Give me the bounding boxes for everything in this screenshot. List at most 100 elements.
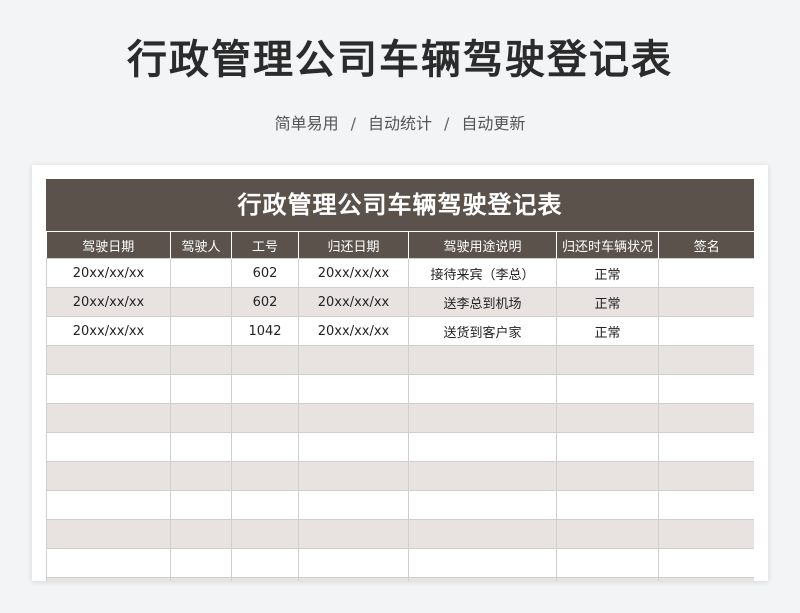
cell-return-date[interactable] [298,461,409,491]
cell-drive-date[interactable]: 20xx/xx/xx [46,287,171,317]
table-row: 20xx/xx/xx 602 20xx/xx/xx 接待来宾（李总） 正常 [46,258,754,288]
cell-purpose[interactable]: 送李总到机场 [408,287,557,317]
cell-signature[interactable] [658,577,754,581]
cell-drive-date[interactable]: 20xx/xx/xx [46,258,171,288]
cell-purpose[interactable] [408,432,557,462]
cell-driver[interactable] [170,258,232,288]
cell-drive-date[interactable]: 20xx/xx/xx [46,316,171,346]
cell-vehicle-condition[interactable] [556,519,659,549]
cell-signature[interactable] [658,345,754,375]
cell-purpose[interactable] [408,374,557,404]
cell-return-date[interactable] [298,345,409,375]
cell-driver[interactable] [170,403,232,433]
cell-signature[interactable] [658,287,754,317]
cell-driver[interactable] [170,519,232,549]
cell-signature[interactable] [658,548,754,578]
cell-driver[interactable] [170,345,232,375]
cell-vehicle-condition[interactable] [556,345,659,375]
cell-purpose[interactable] [408,490,557,520]
cell-driver[interactable] [170,577,232,581]
cell-signature[interactable] [658,519,754,549]
cell-employee-id[interactable] [231,461,299,491]
cell-return-date[interactable] [298,374,409,404]
cell-vehicle-condition[interactable] [556,403,659,433]
cell-return-date[interactable] [298,490,409,520]
sheet-title[interactable]: 行政管理公司车辆驾驶登记表 [46,179,754,231]
cell-drive-date[interactable] [46,403,171,433]
cell-vehicle-condition[interactable] [556,432,659,462]
cell-driver[interactable] [170,490,232,520]
cell-vehicle-condition[interactable]: 正常 [556,258,659,288]
cell-vehicle-condition[interactable] [556,461,659,491]
cell-drive-date[interactable] [46,490,171,520]
cell-employee-id[interactable]: 1042 [231,316,299,346]
cell-purpose[interactable]: 送货到客户家 [408,316,557,346]
cell-drive-date[interactable] [46,577,171,581]
cell-employee-id[interactable] [231,577,299,581]
cell-driver[interactable] [170,287,232,317]
subtitle-item-easy: 简单易用 [274,114,339,133]
column-header-vehicle-condition[interactable]: 归还时车辆状况 [556,231,659,259]
cell-drive-date[interactable] [46,374,171,404]
cell-vehicle-condition[interactable] [556,577,659,581]
cell-purpose[interactable] [408,461,557,491]
cell-drive-date[interactable] [46,519,171,549]
cell-vehicle-condition[interactable] [556,490,659,520]
cell-employee-id[interactable] [231,432,299,462]
cell-vehicle-condition[interactable]: 正常 [556,287,659,317]
subtitle-item-auto-stats: 自动统计 [367,114,432,133]
cell-employee-id[interactable] [231,548,299,578]
cell-signature[interactable] [658,461,754,491]
cell-employee-id[interactable] [231,345,299,375]
cell-signature[interactable] [658,432,754,462]
cell-driver[interactable] [170,316,232,346]
cell-employee-id[interactable] [231,519,299,549]
subtitle-separator: / [350,114,356,133]
cell-purpose[interactable] [408,548,557,578]
subtitle: 简单易用 / 自动统计 / 自动更新 [0,112,800,136]
cell-drive-date[interactable] [46,345,171,375]
cell-return-date[interactable] [298,577,409,581]
cell-driver[interactable] [170,374,232,404]
cell-signature[interactable] [658,403,754,433]
cell-employee-id[interactable]: 602 [231,287,299,317]
column-header-signature[interactable]: 签名 [658,231,754,259]
cell-drive-date[interactable] [46,548,171,578]
cell-return-date[interactable] [298,403,409,433]
cell-return-date[interactable] [298,519,409,549]
table-row [46,519,754,549]
subtitle-item-auto-update: 自动更新 [461,114,526,133]
cell-return-date[interactable]: 20xx/xx/xx [298,258,409,288]
column-header-employee-id[interactable]: 工号 [231,231,299,259]
cell-purpose[interactable] [408,403,557,433]
column-header-driver[interactable]: 驾驶人 [170,231,232,259]
cell-purpose[interactable] [408,577,557,581]
cell-return-date[interactable]: 20xx/xx/xx [298,316,409,346]
cell-signature[interactable] [658,490,754,520]
cell-vehicle-condition[interactable] [556,548,659,578]
cell-vehicle-condition[interactable]: 正常 [556,316,659,346]
cell-purpose[interactable]: 接待来宾（李总） [408,258,557,288]
cell-purpose[interactable] [408,519,557,549]
cell-driver[interactable] [170,548,232,578]
cell-employee-id[interactable] [231,490,299,520]
subtitle-separator: / [444,114,450,133]
column-header-purpose[interactable]: 驾驶用途说明 [408,231,557,259]
column-header-return-date[interactable]: 归还日期 [298,231,409,259]
cell-drive-date[interactable] [46,432,171,462]
cell-signature[interactable] [658,316,754,346]
cell-signature[interactable] [658,258,754,288]
cell-purpose[interactable] [408,345,557,375]
column-header-drive-date[interactable]: 驾驶日期 [46,231,171,259]
cell-employee-id[interactable] [231,403,299,433]
cell-vehicle-condition[interactable] [556,374,659,404]
cell-return-date[interactable] [298,432,409,462]
cell-return-date[interactable] [298,548,409,578]
cell-driver[interactable] [170,432,232,462]
cell-driver[interactable] [170,461,232,491]
cell-return-date[interactable]: 20xx/xx/xx [298,287,409,317]
cell-drive-date[interactable] [46,461,171,491]
cell-employee-id[interactable]: 602 [231,258,299,288]
cell-signature[interactable] [658,374,754,404]
cell-employee-id[interactable] [231,374,299,404]
